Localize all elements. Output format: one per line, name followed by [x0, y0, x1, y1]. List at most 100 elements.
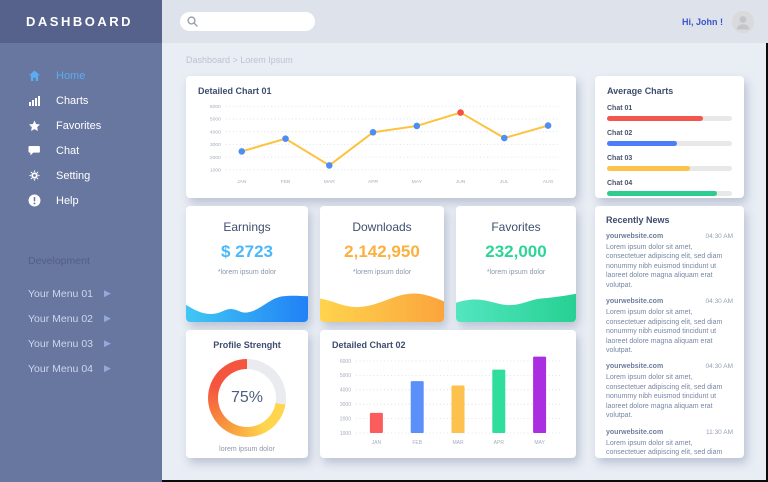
stat-caption: *lorem ipsum dolor [456, 269, 576, 276]
progress-fill [607, 191, 717, 196]
svg-text:APR: APR [494, 440, 505, 446]
sidebar-item-label: Setting [56, 170, 90, 182]
sidebar-item-chat[interactable]: Chat [0, 138, 162, 163]
svg-text:6000: 6000 [340, 359, 351, 365]
chevron-right-icon: ▶ [104, 288, 111, 299]
breadcrumb: Dashboard > Lorem Ipsum [186, 55, 293, 65]
progress-fill [607, 141, 677, 146]
sidebar-item-your-menu-01[interactable]: Your Menu 01 ▶ [0, 281, 162, 306]
sidebar-item-label: Help [56, 195, 79, 207]
svg-text:MAY: MAY [412, 179, 423, 185]
svg-text:FEB: FEB [281, 179, 291, 185]
dev-section-title: Development [0, 255, 162, 267]
sidebar-item-favorites[interactable]: Favorites [0, 113, 162, 138]
sidebar-item-label: Chat [56, 145, 79, 157]
stat-value: $ 2723 [186, 242, 308, 262]
chevron-right-icon: ▶ [104, 363, 111, 374]
main-content: Dashboard > Lorem Ipsum Detailed Chart 0… [162, 43, 768, 482]
chevron-right-icon: ▶ [104, 338, 111, 349]
svg-text:MAY: MAY [534, 440, 545, 446]
stat-value: 232,000 [456, 242, 576, 262]
detailed-chart-01-card: Detailed Chart 01 6000500040003000200010… [186, 76, 576, 198]
svg-text:JUN: JUN [456, 179, 466, 185]
sidebar-header: DASHBOARD [0, 0, 162, 43]
sidebar-item-home[interactable]: Home [0, 63, 162, 88]
profile-donut-chart: 75% [208, 359, 286, 437]
news-item: yourwebsite.com 04:30 AM Lorem ipsum dol… [606, 233, 733, 290]
news-body: Lorem ipsum dolor sit amet, consectetuer… [606, 439, 733, 458]
downloads-card: Downloads 2,142,950 *lorem ipsum dolor [320, 206, 444, 322]
progress-row: Chat 03 [607, 155, 732, 171]
svg-text:1000: 1000 [340, 431, 351, 437]
stat-title: Earnings [186, 220, 308, 234]
news-time: 04:30 AM [706, 233, 733, 240]
stat-caption: *lorem ipsum dolor [186, 269, 308, 276]
panel-title: Recently News [606, 215, 733, 225]
sidebar: DASHBOARD Home Charts Favorites [0, 0, 162, 482]
search-input[interactable] [180, 12, 315, 31]
dev-item-label: Your Menu 04 [28, 363, 104, 375]
svg-text:MAR: MAR [452, 440, 464, 446]
news-site: yourwebsite.com [606, 298, 663, 305]
average-charts-card: Average Charts Chat 01 Chat 02 Chat 03 C… [595, 76, 744, 198]
sidebar-item-your-menu-02[interactable]: Your Menu 02 ▶ [0, 306, 162, 331]
sidebar-item-setting[interactable]: Setting [0, 163, 162, 188]
app-brand: DASHBOARD [26, 14, 133, 29]
stat-title: Downloads [320, 220, 444, 234]
charts-icon [28, 95, 42, 107]
svg-text:JUL: JUL [500, 179, 509, 185]
svg-text:JAN: JAN [372, 440, 382, 446]
news-site: yourwebsite.com [606, 363, 663, 370]
sidebar-menu: Home Charts Favorites Chat [0, 63, 162, 213]
news-item: yourwebsite.com 04:30 AM Lorem ipsum dol… [606, 363, 733, 420]
home-icon [28, 70, 42, 82]
sidebar-item-label: Charts [56, 95, 88, 107]
svg-text:JAN: JAN [237, 179, 247, 185]
svg-text:APR: APR [368, 179, 379, 185]
sidebar-item-your-menu-03[interactable]: Your Menu 03 ▶ [0, 331, 162, 356]
donut-percent: 75% [231, 389, 263, 407]
progress-label: Chat 02 [607, 130, 732, 137]
sidebar-item-label: Home [56, 70, 85, 82]
svg-text:3000: 3000 [340, 402, 351, 408]
sidebar-item-label: Favorites [56, 120, 101, 132]
svg-text:1000: 1000 [210, 168, 221, 174]
news-time: 04:30 AM [706, 298, 733, 305]
news-body: Lorem ipsum dolor sit amet, consectetuer… [606, 243, 733, 290]
detailed-chart-01-plot: 600050004000300020001000JANFEBMARAPRMAYJ… [198, 99, 564, 191]
svg-text:MAR: MAR [324, 179, 335, 185]
avatar[interactable] [732, 11, 754, 33]
user-greeting: Hi, John ! [682, 17, 723, 27]
panel-title: Profile Strenght [194, 340, 300, 350]
chart-title: Detailed Chart 01 [198, 86, 564, 96]
news-time: 04:30 AM [706, 363, 733, 370]
news-item: yourwebsite.com 04:30 AM Lorem ipsum dol… [606, 298, 733, 355]
svg-text:3000: 3000 [210, 142, 221, 148]
progress-row: Chat 01 [607, 105, 732, 121]
chat-icon [28, 145, 42, 157]
progress-row: Chat 04 [607, 180, 732, 196]
earnings-wave-chart [186, 290, 308, 322]
progress-fill [607, 166, 690, 171]
gear-icon [28, 170, 42, 182]
star-icon [28, 120, 42, 132]
sidebar-item-your-menu-04[interactable]: Your Menu 04 ▶ [0, 356, 162, 381]
sidebar-item-charts[interactable]: Charts [0, 88, 162, 113]
progress-track [607, 166, 732, 171]
news-site: yourwebsite.com [606, 429, 663, 436]
progress-track [607, 141, 732, 146]
dev-item-label: Your Menu 01 [28, 288, 104, 300]
progress-track [607, 191, 732, 196]
svg-text:5000: 5000 [340, 373, 351, 379]
stat-caption: *lorem ipsum dolor [320, 269, 444, 276]
sidebar-item-help[interactable]: Help [0, 188, 162, 213]
stat-title: Favorites [456, 220, 576, 234]
progress-label: Chat 04 [607, 180, 732, 187]
earnings-card: Earnings $ 2723 *lorem ipsum dolor [186, 206, 308, 322]
chart-title: Detailed Chart 02 [332, 340, 564, 350]
downloads-wave-chart [320, 290, 444, 322]
svg-text:AUG: AUG [543, 179, 554, 185]
recently-news-card: Recently News yourwebsite.com 04:30 AM L… [595, 206, 744, 458]
news-body: Lorem ipsum dolor sit amet, consectetuer… [606, 373, 733, 420]
svg-text:4000: 4000 [340, 388, 351, 394]
